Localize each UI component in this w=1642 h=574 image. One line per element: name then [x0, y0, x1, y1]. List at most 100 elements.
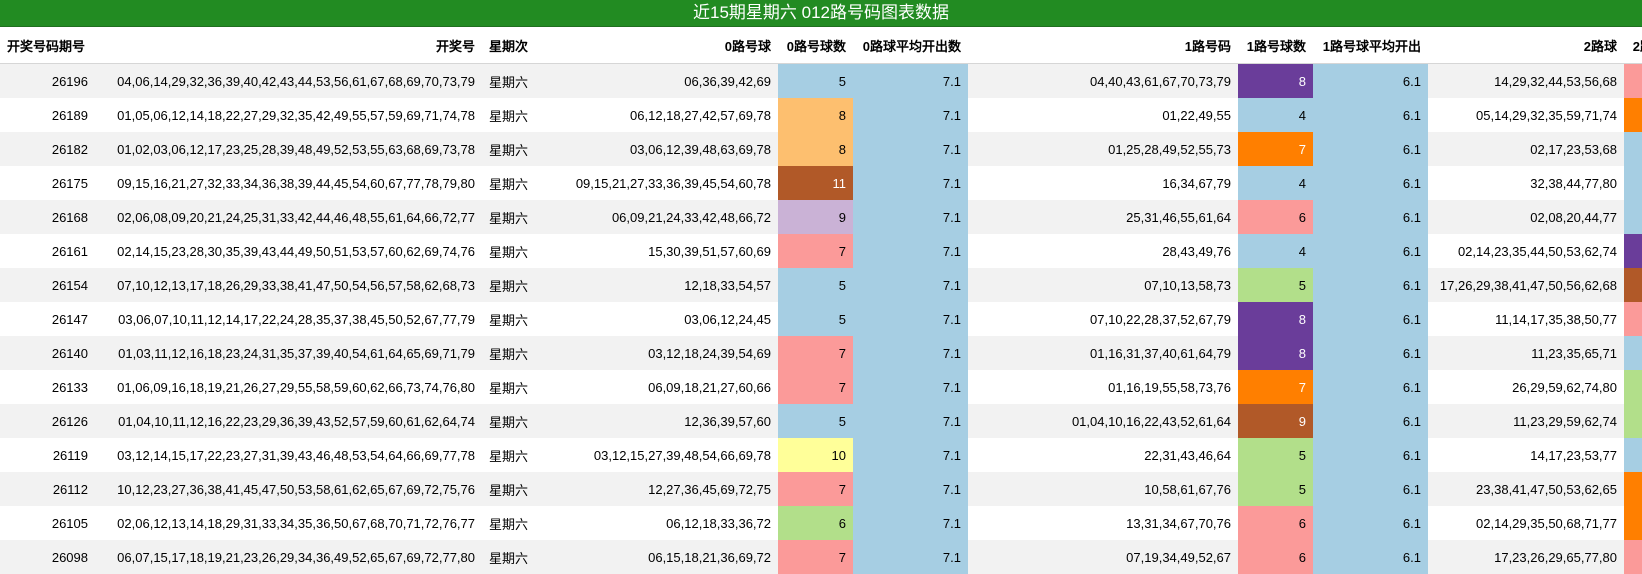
cell-numbers: 04,06,14,29,32,36,39,40,42,43,44,53,56,6…: [95, 63, 482, 98]
cell-route1-avg: 6.1: [1313, 370, 1428, 404]
cell-numbers: 01,02,03,06,12,17,23,25,28,39,48,49,52,5…: [95, 132, 482, 166]
cell-numbers: 02,06,08,09,20,21,24,25,31,33,42,44,46,4…: [95, 200, 482, 234]
cell-weekday: 星期六: [482, 302, 538, 336]
cell-weekday: 星期六: [482, 336, 538, 370]
cell-route0-numbers: 06,15,18,21,36,69,72: [538, 540, 778, 574]
cell-weekday: 星期六: [482, 166, 538, 200]
cell-route1-numbers: 01,16,31,37,40,61,64,79: [968, 336, 1238, 370]
cell-route2-numbers: 32,38,44,77,80: [1428, 166, 1624, 200]
cell-route1-count: 8: [1238, 336, 1313, 370]
cell-route2-count: 5: [1624, 166, 1642, 200]
cell-route2-numbers: 02,08,20,44,77: [1428, 200, 1624, 234]
cell-route1-numbers: 10,58,61,67,76: [968, 472, 1238, 506]
cell-route1-numbers: 25,31,46,55,61,64: [968, 200, 1238, 234]
cell-period: 26133: [0, 370, 95, 404]
cell-route1-avg: 6.1: [1313, 336, 1428, 370]
cell-route1-avg: 6.1: [1313, 302, 1428, 336]
cell-route2-count: 10: [1624, 268, 1642, 302]
cell-route2-count: 6: [1624, 370, 1642, 404]
table-row: 26105 02,06,12,13,14,18,29,31,33,34,35,36…: [0, 506, 1642, 540]
cell-numbers: 09,15,16,21,27,32,33,34,36,38,39,44,45,5…: [95, 166, 482, 200]
cell-period: 26161: [0, 234, 95, 268]
table-row: 26133 01,06,09,16,18,19,21,26,27,29,55,58…: [0, 370, 1642, 404]
cell-route0-count: 5: [778, 268, 853, 302]
cell-route1-count: 5: [1238, 438, 1313, 472]
cell-route2-count: 8: [1624, 472, 1642, 506]
header-numbers: 开奖号: [95, 27, 482, 64]
cell-route1-avg: 6.1: [1313, 404, 1428, 438]
cell-route1-count: 5: [1238, 268, 1313, 302]
cell-weekday: 星期六: [482, 472, 538, 506]
cell-route0-avg: 7.1: [853, 540, 968, 574]
cell-route2-count: 8: [1624, 98, 1642, 132]
table-row: 26175 09,15,16,21,27,32,33,34,36,38,39,44…: [0, 166, 1642, 200]
cell-route0-avg: 7.1: [853, 132, 968, 166]
cell-weekday: 星期六: [482, 438, 538, 472]
cell-route1-count: 4: [1238, 98, 1313, 132]
cell-route0-numbers: 15,30,39,51,57,60,69: [538, 234, 778, 268]
table-row: 26140 01,03,11,12,16,18,23,24,31,35,37,39…: [0, 336, 1642, 370]
cell-numbers: 06,07,15,17,18,19,21,23,26,29,34,36,49,5…: [95, 540, 482, 574]
cell-route0-numbers: 03,06,12,24,45: [538, 302, 778, 336]
cell-route0-numbers: 03,06,12,39,48,63,69,78: [538, 132, 778, 166]
cell-route1-count: 6: [1238, 200, 1313, 234]
table-row: 26161 02,14,15,23,28,30,35,39,43,44,49,50…: [0, 234, 1642, 268]
cell-route2-count: 7: [1624, 302, 1642, 336]
cell-route0-numbers: 06,09,21,24,33,42,48,66,72: [538, 200, 778, 234]
cell-route0-numbers: 06,09,18,21,27,60,66: [538, 370, 778, 404]
cell-route2-numbers: 23,38,41,47,50,53,62,65: [1428, 472, 1624, 506]
header-weekday: 星期次: [482, 27, 538, 64]
cell-route0-avg: 7.1: [853, 438, 968, 472]
cell-route0-avg: 7.1: [853, 302, 968, 336]
cell-route2-count: 7: [1624, 63, 1642, 98]
cell-period: 26154: [0, 268, 95, 302]
cell-route1-numbers: 28,43,49,76: [968, 234, 1238, 268]
cell-route0-avg: 7.1: [853, 506, 968, 540]
cell-route0-avg: 7.1: [853, 98, 968, 132]
cell-route0-count: 7: [778, 472, 853, 506]
cell-route0-count: 5: [778, 302, 853, 336]
cell-numbers: 02,06,12,13,14,18,29,31,33,34,35,36,50,6…: [95, 506, 482, 540]
cell-route1-avg: 6.1: [1313, 132, 1428, 166]
cell-route1-avg: 6.1: [1313, 506, 1428, 540]
cell-route1-avg: 6.1: [1313, 200, 1428, 234]
cell-weekday: 星期六: [482, 506, 538, 540]
cell-route0-count: 5: [778, 63, 853, 98]
cell-period: 26126: [0, 404, 95, 438]
cell-route1-count: 7: [1238, 132, 1313, 166]
cell-route0-count: 5: [778, 404, 853, 438]
cell-route1-numbers: 01,04,10,16,22,43,52,61,64: [968, 404, 1238, 438]
cell-route0-count: 6: [778, 506, 853, 540]
cell-route0-count: 7: [778, 370, 853, 404]
cell-route0-count: 7: [778, 234, 853, 268]
cell-period: 26182: [0, 132, 95, 166]
header-route1-count: 1路号球数: [1238, 27, 1313, 64]
cell-route0-count: 10: [778, 438, 853, 472]
cell-route1-avg: 6.1: [1313, 166, 1428, 200]
cell-route0-count: 8: [778, 98, 853, 132]
cell-period: 26105: [0, 506, 95, 540]
cell-route0-avg: 7.1: [853, 63, 968, 98]
header-route2-count: 2路号码数: [1624, 27, 1642, 64]
cell-route2-count: 7: [1624, 540, 1642, 574]
cell-route0-avg: 7.1: [853, 234, 968, 268]
cell-numbers: 01,04,10,11,12,16,22,23,29,36,39,43,52,5…: [95, 404, 482, 438]
cell-route1-numbers: 07,10,13,58,73: [968, 268, 1238, 302]
header-route1-avg: 1路号球平均开出: [1313, 27, 1428, 64]
cell-route1-numbers: 16,34,67,79: [968, 166, 1238, 200]
cell-weekday: 星期六: [482, 200, 538, 234]
cell-route1-numbers: 01,22,49,55: [968, 98, 1238, 132]
cell-route0-avg: 7.1: [853, 472, 968, 506]
cell-weekday: 星期六: [482, 132, 538, 166]
header-route0-numbers: 0路号球: [538, 27, 778, 64]
cell-route0-avg: 7.1: [853, 370, 968, 404]
cell-period: 26119: [0, 438, 95, 472]
cell-route2-count: 5: [1624, 132, 1642, 166]
header-route0-avg: 0路球平均开出数: [853, 27, 968, 64]
cell-route1-count: 6: [1238, 540, 1313, 574]
page-title: 近15期星期六 012路号码图表数据: [0, 0, 1642, 27]
header-route1-numbers: 1路号码: [968, 27, 1238, 64]
cell-numbers: 01,05,06,12,14,18,22,27,29,32,35,42,49,5…: [95, 98, 482, 132]
cell-route1-count: 4: [1238, 234, 1313, 268]
cell-route0-numbers: 06,12,18,33,36,72: [538, 506, 778, 540]
